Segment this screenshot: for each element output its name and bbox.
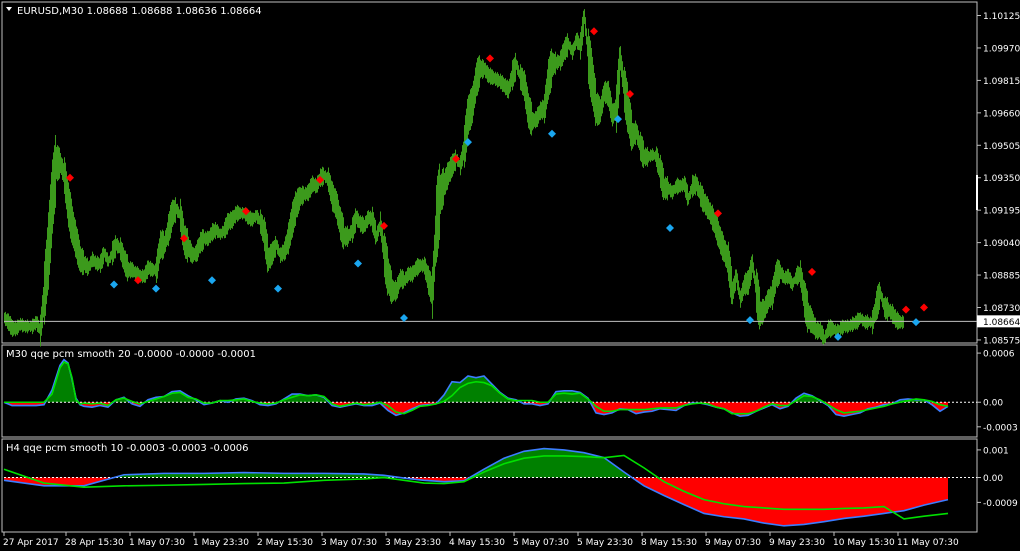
qqe-h4-tick-label: 0.00: [983, 474, 1003, 484]
subwindow2-header: H4 qqe pcm smooth 10 -0.0003 -0.0003 -0.…: [6, 443, 249, 454]
current-price-label: 1.08664: [983, 318, 1020, 328]
time-tick-label: 11 May 07:30: [897, 538, 959, 548]
time-tick-label: 3 May 07:30: [321, 538, 377, 548]
trading-chart[interactable]: 1.08664 1.10125 1.09970 1.09815 1.09660 1.09…: [0, 0, 1020, 551]
price-tick-label: 1.09815: [983, 77, 1020, 87]
time-tick-label: 4 May 15:30: [449, 538, 505, 548]
time-tick-label: 10 May 15:30: [833, 538, 895, 548]
time-tick-label: 9 May 07:30: [705, 538, 761, 548]
price-tick-label: 1.09350: [983, 174, 1020, 184]
time-tick-label: 27 Apr 2017: [3, 538, 59, 548]
time-tick-label: 1 May 07:30: [129, 538, 185, 548]
time-tick-label: 1 May 23:30: [193, 538, 249, 548]
price-tick-label: 1.09970: [983, 44, 1020, 54]
time-tick-label: 5 May 23:30: [577, 538, 633, 548]
qqe-m30-tick-label: 0.0006: [983, 350, 1015, 360]
time-tick-label: 2 May 15:30: [257, 538, 313, 548]
qqe-h4-tick-label: -0.0009: [983, 499, 1018, 509]
price-tick-label: 1.09660: [983, 109, 1020, 119]
qqe-m30-tick-label: 0.00: [983, 399, 1003, 409]
time-tick-label: 3 May 23:30: [385, 538, 441, 548]
time-tick-label: 8 May 15:30: [641, 538, 697, 548]
price-tick-label: 1.09040: [983, 239, 1020, 249]
time-tick-label: 9 May 23:30: [769, 538, 825, 548]
time-tick-label: 5 May 07:30: [513, 538, 569, 548]
qqe-h4-tick-label: 0.001: [983, 446, 1009, 456]
main-chart-header: EURUSD,M30 1.08688 1.08688 1.08636 1.086…: [17, 6, 262, 17]
subwindow1-header: M30 qqe pcm smooth 20 -0.0000 -0.0000 -0…: [6, 349, 256, 360]
price-tick-label: 1.10125: [983, 12, 1020, 22]
price-tick-label: 1.08885: [983, 272, 1020, 282]
price-tick-label: 1.09505: [983, 142, 1020, 152]
price-tick-label: 1.09195: [983, 207, 1020, 217]
price-tick-label: 1.08730: [983, 304, 1020, 314]
qqe-m30-tick-label: -0.0003: [983, 423, 1018, 433]
price-tick-label: 1.08575: [983, 336, 1020, 346]
time-tick-label: 28 Apr 15:30: [65, 538, 124, 548]
